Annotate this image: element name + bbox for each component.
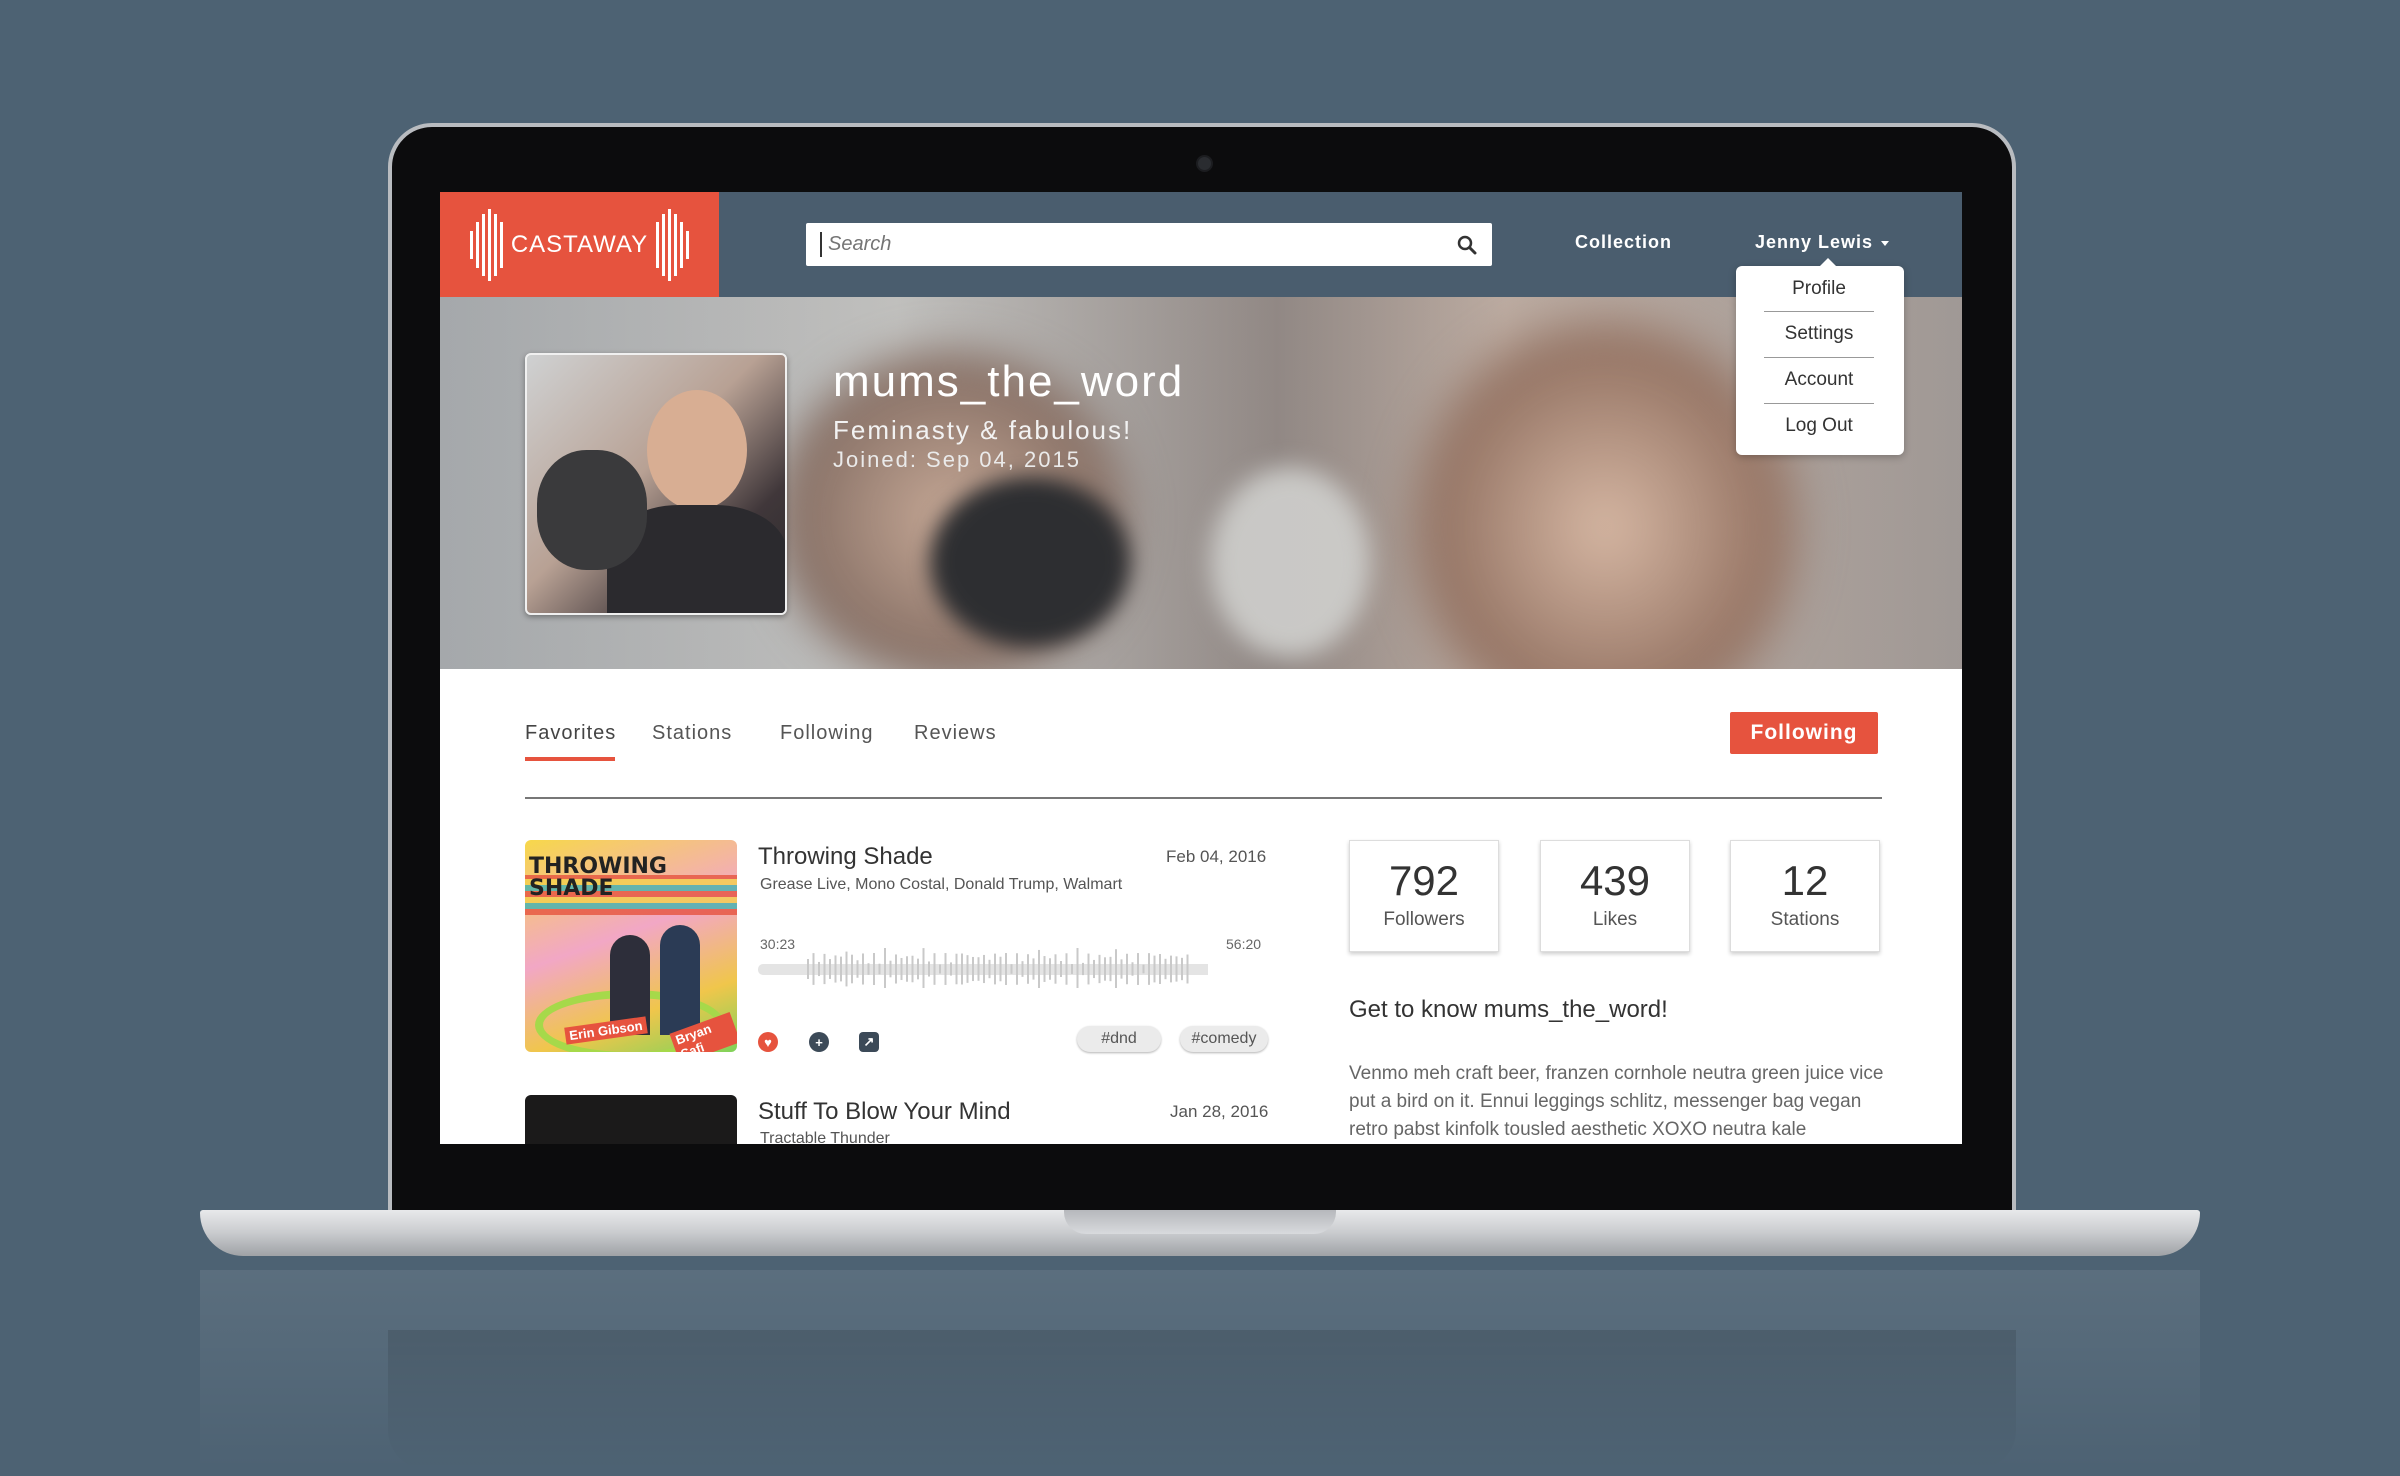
stat-value: 12 — [1781, 857, 1829, 904]
episode-date: Jan 28, 2016 — [1170, 1102, 1269, 1121]
profile-username: mums_the_word — [833, 357, 1185, 406]
menu-item-logout[interactable]: Log Out — [1764, 415, 1874, 437]
following-button[interactable]: Following — [1730, 712, 1878, 754]
menu-item-settings[interactable]: Settings — [1764, 323, 1874, 345]
artwork-person — [660, 925, 700, 1035]
search-icon[interactable] — [1456, 234, 1478, 256]
avatar-shape — [537, 450, 647, 570]
stat-label: Followers — [1383, 909, 1465, 930]
stat-value: 792 — [1388, 857, 1460, 904]
stat-label: Stations — [1770, 909, 1840, 930]
active-tab-indicator — [525, 757, 615, 761]
tag-chip[interactable]: #comedy — [1180, 1026, 1268, 1052]
stat-value: 439 — [1579, 857, 1651, 904]
tab-stations[interactable]: Stations — [652, 722, 732, 745]
section-divider — [525, 797, 1882, 799]
chevron-down-icon — [1881, 240, 1890, 246]
menu-divider — [1764, 357, 1874, 358]
logo-bars-right — [656, 208, 690, 281]
episode-date: Feb 04, 2016 — [1166, 847, 1267, 866]
user-name: Jenny Lewis — [1755, 232, 1874, 252]
episode-artwork[interactable] — [525, 1095, 737, 1144]
profile-tagline: Feminasty & fabulous! — [833, 415, 1133, 445]
avatar-shape — [647, 390, 747, 510]
episode-topics: Tractable Thunder — [760, 1130, 890, 1144]
episode-title[interactable]: Stuff To Blow Your Mind — [758, 1098, 1011, 1126]
menu-item-profile[interactable]: Profile — [1764, 278, 1874, 300]
laptop-notch — [1064, 1210, 1336, 1234]
search-input[interactable] — [820, 232, 1456, 257]
menu-divider — [1764, 311, 1874, 312]
tab-favorites[interactable]: Favorites — [525, 722, 616, 745]
castaway-logo[interactable]: CASTAWAY — [440, 192, 719, 297]
profile-avatar[interactable] — [525, 353, 787, 615]
total-time: 56:20 — [1226, 936, 1262, 952]
share-icon[interactable]: ↗ — [859, 1032, 879, 1052]
profile-joined-date: Joined: Sep 04, 2015 — [833, 447, 1081, 472]
episode-title[interactable]: Throwing Shade — [758, 843, 933, 871]
screen-reflection — [388, 1330, 2016, 1470]
episode-topics: Grease Live, Mono Costal, Donald Trump, … — [760, 876, 1123, 893]
episode-artwork[interactable]: THROWING SHADE Erin Gibson Bryan Safi — [525, 840, 737, 1052]
search-bar[interactable] — [806, 223, 1492, 266]
logo-text: CASTAWAY — [510, 230, 649, 258]
app-screen: CASTAWAY Collection Jenny Lewis Profile … — [440, 192, 1962, 1144]
tab-reviews[interactable]: Reviews — [914, 722, 997, 745]
user-dropdown: Profile Settings Account Log Out — [1736, 258, 1904, 455]
webcam — [1196, 155, 1213, 172]
stat-label: Likes — [1592, 909, 1638, 930]
stat-followers[interactable]: 792 Followers — [1349, 840, 1499, 952]
logo-bars-left — [469, 208, 503, 281]
nav-collection[interactable]: Collection — [1575, 232, 1672, 253]
about-heading: Get to know mums_the_word! — [1349, 996, 1668, 1023]
about-text: Venmo meh craft beer, franzen cornhole n… — [1349, 1063, 1884, 1140]
profile-hero-banner: mums_the_word Feminasty & fabulous! Join… — [440, 297, 1962, 669]
menu-item-account[interactable]: Account — [1764, 369, 1874, 391]
user-menu-trigger[interactable]: Jenny Lewis — [1755, 232, 1890, 253]
menu-divider — [1764, 403, 1874, 404]
stat-likes[interactable]: 439 Likes — [1540, 840, 1690, 952]
artwork-title: THROWING SHADE — [529, 854, 667, 901]
add-icon[interactable]: + — [809, 1032, 829, 1052]
stat-stations[interactable]: 12 Stations — [1730, 840, 1880, 952]
audio-waveform[interactable] — [758, 948, 1208, 988]
tab-following[interactable]: Following — [780, 722, 873, 745]
heart-icon[interactable]: ♥ — [758, 1032, 778, 1052]
tag-chip[interactable]: #dnd — [1077, 1026, 1161, 1052]
